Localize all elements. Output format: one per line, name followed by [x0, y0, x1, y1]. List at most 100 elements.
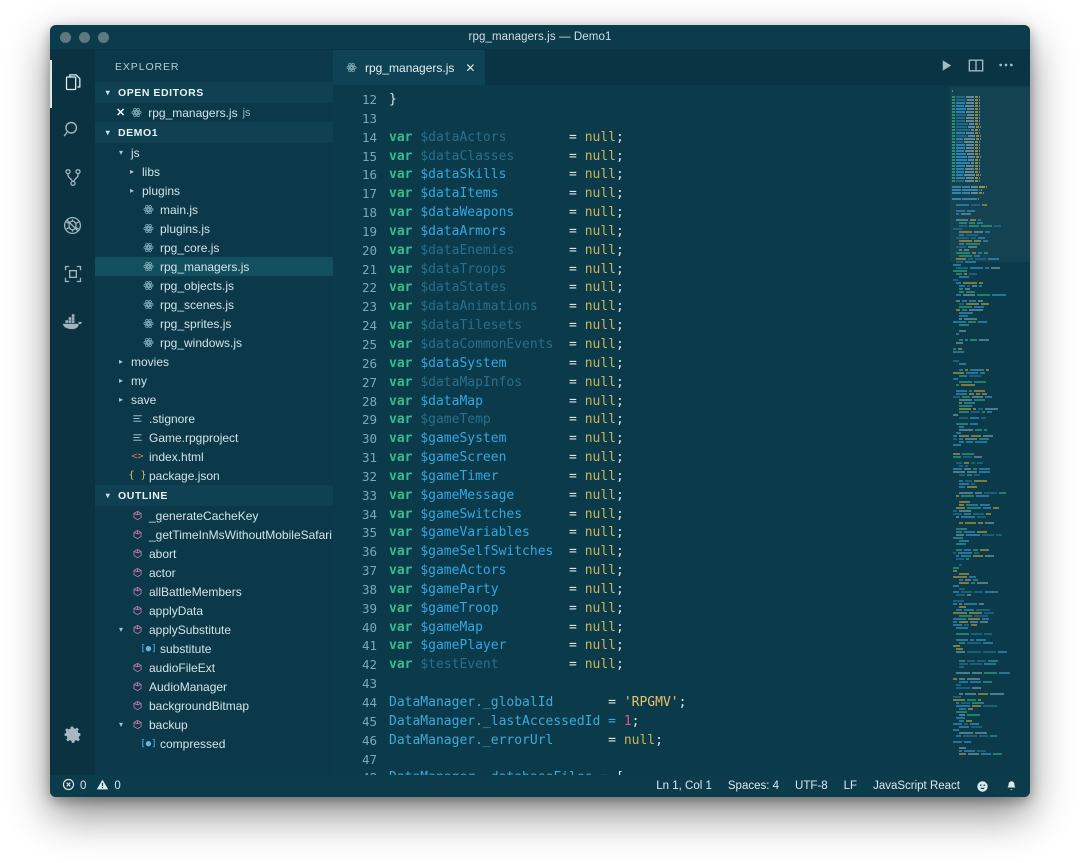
code-line[interactable]: var $dataStates = null;	[389, 279, 950, 298]
code-line[interactable]: var $gameSystem = null;	[389, 430, 950, 449]
tree-item-save[interactable]: ▸ save	[95, 390, 333, 409]
code-line[interactable]: var $dataSkills = null;	[389, 166, 950, 185]
code-line[interactable]	[389, 675, 950, 694]
chevron-right-icon[interactable]: ▸	[116, 376, 126, 385]
code-line[interactable]: var $gameTimer = null;	[389, 468, 950, 487]
code-line[interactable]: var $dataClasses = null;	[389, 148, 950, 167]
tree-item-js[interactable]: ▾ js	[95, 143, 333, 162]
outline-item-actor[interactable]: actor	[95, 563, 333, 582]
section-project[interactable]: ▾ DEMO1	[95, 122, 333, 143]
section-open-editors[interactable]: ▾ OPEN EDITORS	[95, 82, 333, 103]
source-code[interactable]: } var $dataActors = null; var $dataClasse…	[389, 85, 950, 775]
outline-item-substitute[interactable]: [●] substitute	[95, 639, 333, 658]
indentation[interactable]: Spaces: 4	[720, 775, 787, 797]
activity-docker[interactable]	[50, 300, 95, 348]
code-line[interactable]: var $dataCommonEvents = null;	[389, 336, 950, 355]
close-icon[interactable]: ✕	[116, 106, 125, 119]
activity-manage[interactable]	[50, 713, 95, 761]
outline-item-applysubstitute[interactable]: ▾ applySubstitute	[95, 620, 333, 639]
code-line[interactable]: var $testEvent = null;	[389, 656, 950, 675]
language-mode[interactable]: JavaScript React	[865, 775, 968, 797]
outline-item-compressed[interactable]: [●] compressed	[95, 734, 333, 753]
activity-source-control[interactable]	[50, 156, 95, 204]
code-line[interactable]: var $dataEnemies = null;	[389, 242, 950, 261]
minimap[interactable]	[950, 85, 1030, 775]
activity-search[interactable]	[50, 108, 95, 156]
activity-extensions[interactable]	[50, 252, 95, 300]
outline-item-backgroundbitmap[interactable]: backgroundBitmap	[95, 696, 333, 715]
code-line[interactable]: var $gameParty = null;	[389, 581, 950, 600]
tree-item-plugins[interactable]: ▸ plugins	[95, 181, 333, 200]
code-line[interactable]: var $gameVariables = null;	[389, 524, 950, 543]
code-line[interactable]: var $gameMessage = null;	[389, 487, 950, 506]
section-outline[interactable]: ▾ OUTLINE	[95, 485, 333, 506]
code-line[interactable]: }	[389, 91, 950, 110]
code-line[interactable]: var $dataAnimations = null;	[389, 298, 950, 317]
eol[interactable]: LF	[836, 775, 865, 797]
outline-item-backup[interactable]: ▾ backup	[95, 715, 333, 734]
outline-item--generatecachekey[interactable]: _generateCacheKey	[95, 506, 333, 525]
tree-item-my[interactable]: ▸ my	[95, 371, 333, 390]
problems-status[interactable]: 0 0	[54, 775, 129, 797]
code-line[interactable]: DataManager._lastAccessedId = 1;	[389, 713, 950, 732]
code-line[interactable]: DataManager._globalId = 'RPGMV';	[389, 694, 950, 713]
chevron-right-icon[interactable]: ▸	[116, 395, 126, 404]
encoding[interactable]: UTF-8	[787, 775, 836, 797]
outline-item-audiomanager[interactable]: AudioManager	[95, 677, 333, 696]
code-line[interactable]: var $dataWeapons = null;	[389, 204, 950, 223]
outline-item-abort[interactable]: abort	[95, 544, 333, 563]
outline-item-audiofileext[interactable]: audioFileExt	[95, 658, 333, 677]
feedback-icon[interactable]	[968, 775, 997, 797]
code-line[interactable]: var $gameSelfSwitches = null;	[389, 543, 950, 562]
chevron-down-icon[interactable]: ▾	[116, 625, 126, 634]
tree-item-rpg-windows-js[interactable]: rpg_windows.js	[95, 333, 333, 352]
code-line[interactable]: var $dataMapInfos = null;	[389, 374, 950, 393]
code-line[interactable]: var $gameMap = null;	[389, 619, 950, 638]
code-line[interactable]	[389, 110, 950, 129]
tab-rpg-managers-js[interactable]: rpg_managers.js ✕	[333, 50, 487, 85]
code-line[interactable]: var $gameSwitches = null;	[389, 506, 950, 525]
cursor-position[interactable]: Ln 1, Col 1	[648, 775, 720, 797]
code-line[interactable]: var $dataItems = null;	[389, 185, 950, 204]
activity-explorer[interactable]	[50, 60, 95, 108]
open-editor-item[interactable]: ✕ rpg_managers.js js	[95, 103, 333, 122]
tree-item-rpg-sprites-js[interactable]: rpg_sprites.js	[95, 314, 333, 333]
tree-item-game-rpgproject[interactable]: Game.rpgproject	[95, 428, 333, 447]
split-editor-icon[interactable]	[968, 58, 984, 78]
close-icon[interactable]: ✕	[465, 61, 475, 75]
code-viewport[interactable]: 12 13 14 15 16 17 18 19 20 21 22 23 24 25 26 27 28 29 30 31…	[333, 85, 950, 775]
code-line[interactable]: DataManager._databaseFiles = [	[389, 769, 950, 775]
code-line[interactable]: var $gamePlayer = null;	[389, 637, 950, 656]
outline-item-allbattlemembers[interactable]: allBattleMembers	[95, 582, 333, 601]
code-line[interactable]	[389, 751, 950, 770]
activity-debug[interactable]	[50, 204, 95, 252]
more-actions-icon[interactable]	[998, 58, 1014, 77]
tree-item-package-json[interactable]: { } package.json	[95, 466, 333, 485]
code-line[interactable]: var $gameTroop = null;	[389, 600, 950, 619]
chevron-right-icon[interactable]: ▸	[127, 186, 137, 195]
tree-item-rpg-scenes-js[interactable]: rpg_scenes.js	[95, 295, 333, 314]
run-icon[interactable]	[939, 58, 954, 78]
code-line[interactable]: var $gameTemp = null;	[389, 411, 950, 430]
code-line[interactable]: var $gameActors = null;	[389, 562, 950, 581]
tree-item-libs[interactable]: ▸ libs	[95, 162, 333, 181]
outline-item--gettimeinmswithoutmobilesafari[interactable]: _getTimeInMsWithoutMobileSafari	[95, 525, 333, 544]
tree-item-rpg-objects-js[interactable]: rpg_objects.js	[95, 276, 333, 295]
tree-item--stignore[interactable]: .stignore	[95, 409, 333, 428]
tree-item-movies[interactable]: ▸ movies	[95, 352, 333, 371]
tree-item-rpg-managers-js[interactable]: rpg_managers.js	[95, 257, 333, 276]
notifications-icon[interactable]	[997, 775, 1026, 797]
tree-item-plugins-js[interactable]: plugins.js	[95, 219, 333, 238]
code-line[interactable]: var $dataTroops = null;	[389, 261, 950, 280]
tree-item-main-js[interactable]: main.js	[95, 200, 333, 219]
code-line[interactable]: var $gameScreen = null;	[389, 449, 950, 468]
code-line[interactable]: var $dataActors = null;	[389, 129, 950, 148]
chevron-right-icon[interactable]: ▸	[116, 357, 126, 366]
chevron-right-icon[interactable]: ▸	[127, 167, 137, 176]
tree-item-rpg-core-js[interactable]: rpg_core.js	[95, 238, 333, 257]
outline-item-applydata[interactable]: applyData	[95, 601, 333, 620]
chevron-down-icon[interactable]: ▾	[116, 148, 126, 157]
editor[interactable]: 12 13 14 15 16 17 18 19 20 21 22 23 24 25 26 27 28 29 30 31…	[333, 85, 1030, 775]
code-line[interactable]: DataManager._errorUrl = null;	[389, 732, 950, 751]
code-line[interactable]: var $dataMap = null;	[389, 393, 950, 412]
